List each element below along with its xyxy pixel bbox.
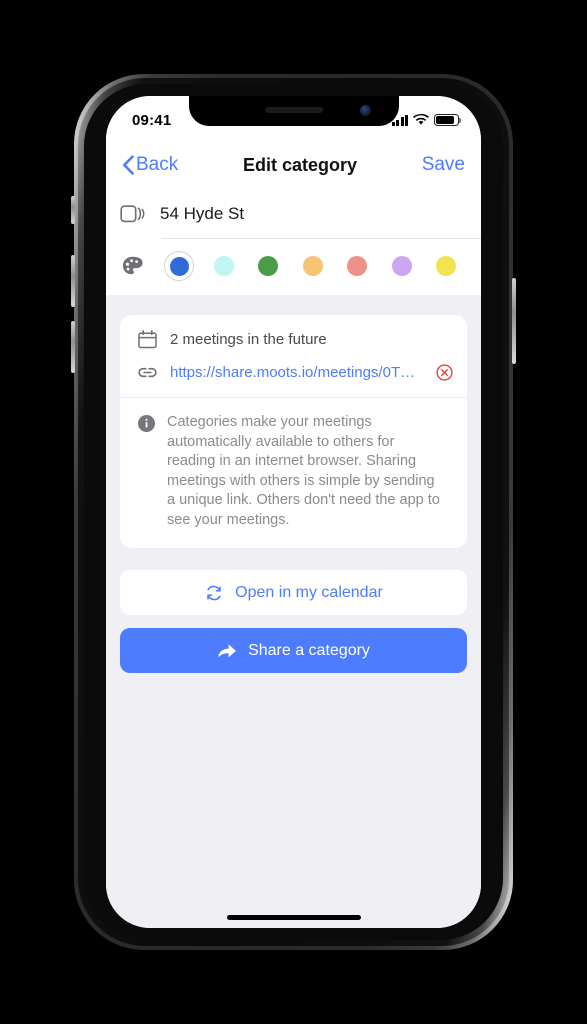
category-name-row[interactable]: 54 Hyde St [106,190,481,238]
open-in-calendar-button[interactable]: Open in my calendar [120,570,467,615]
color-swatch-list [146,251,467,281]
delete-circle-icon[interactable] [436,364,453,381]
back-button-label: Back [136,154,179,175]
earpiece-speaker [264,107,323,113]
volume-down-button[interactable] [71,321,75,373]
color-swatch-salmon[interactable] [342,251,372,281]
back-button[interactable]: Back [122,154,178,176]
color-swatch-green[interactable] [253,251,283,281]
notch [188,96,399,126]
sharing-info-card: 2 meetings in the future https://share.m… [120,315,467,548]
color-swatch-purple[interactable] [387,251,417,281]
share-link-url[interactable]: https://share.moots.io/meetings/0T… [170,364,423,381]
home-indicator[interactable] [226,915,361,920]
share-arrow-icon [218,643,237,657]
meetings-count-row: 2 meetings in the future [120,315,467,359]
screenshot-stage: 09:41 Back Edit category Save 54 Hyde St… [0,0,587,1024]
sync-circle-icon [207,585,221,600]
color-swatch-yellow[interactable] [431,251,461,281]
share-category-label: Share a category [248,641,370,659]
palette-icon [122,256,143,275]
category-name-value: 54 Hyde St [160,204,245,223]
front-camera [359,105,371,116]
layers-stack-icon [120,205,145,223]
status-indicators [391,114,462,126]
color-swatch-orange[interactable] [298,251,328,281]
page-title: Edit category [242,154,357,175]
battery-icon [434,114,462,126]
chevron-left-icon [123,155,134,175]
share-category-button[interactable]: Share a category [120,628,467,673]
wifi-icon [413,114,429,125]
color-picker-row [106,239,481,295]
share-link-row: https://share.moots.io/meetings/0T… [120,359,467,397]
open-in-calendar-label: Open in my calendar [235,583,383,601]
category-settings-card: 54 Hyde St [106,190,481,295]
link-icon [138,367,157,378]
color-swatch-blue[interactable] [164,251,194,281]
calendar-icon [138,330,157,349]
status-time: 09:41 [132,111,172,129]
meetings-count-text: 2 meetings in the future [170,331,327,348]
color-swatch-cyan[interactable] [209,251,239,281]
power-button[interactable] [512,278,516,364]
save-button[interactable]: Save [422,154,465,176]
info-note-text: Categories make your meetings automatica… [167,414,440,528]
main-content: 54 Hyde St 2 meetings in the future http… [106,190,481,928]
phone-screen: 09:41 Back Edit category Save 54 Hyde St… [106,96,481,928]
info-icon [138,415,155,432]
info-note-row: Categories make your meetings automatica… [120,398,467,548]
navigation-bar: Back Edit category Save [106,140,481,190]
silent-switch[interactable] [71,196,75,224]
palette-icon-wrap [120,256,146,276]
volume-up-button[interactable] [71,255,75,307]
